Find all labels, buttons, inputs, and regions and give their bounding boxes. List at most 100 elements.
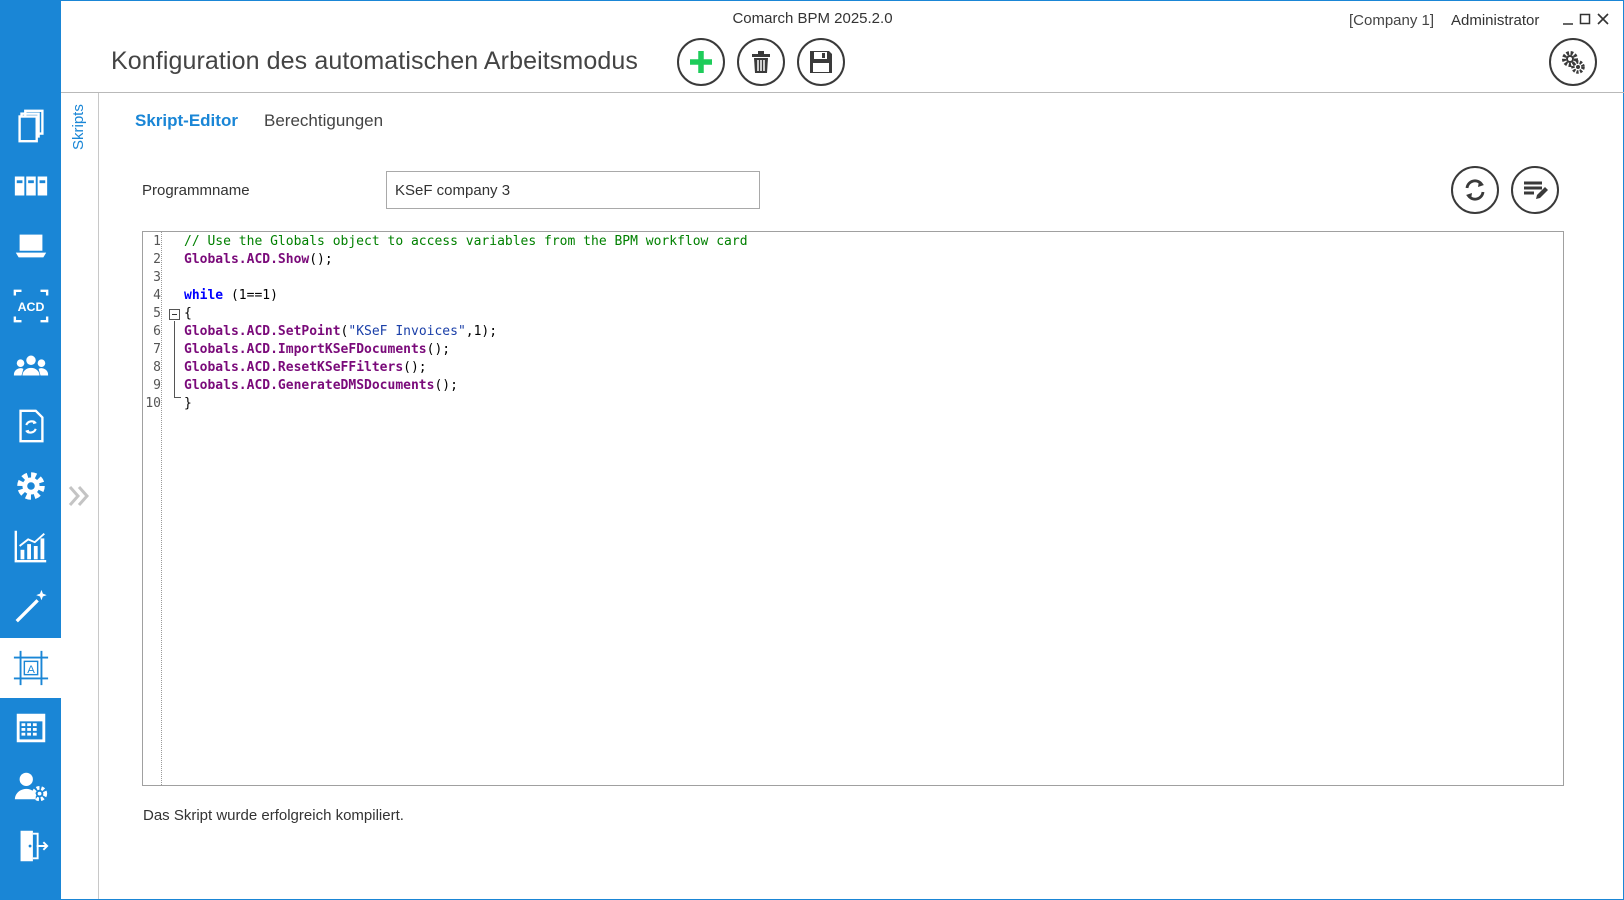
tab-skript-editor[interactable]: Skript-Editor [135, 111, 238, 131]
code-line: while (1==1) [184, 287, 278, 305]
fold-guide-end [174, 397, 181, 398]
sidebar-wizard-button[interactable] [0, 576, 61, 636]
code-line: Globals.ACD.Show(); [184, 251, 333, 269]
sidebar-settings-button[interactable] [0, 456, 61, 516]
line-number: 7 [153, 342, 161, 357]
fold-guide [174, 321, 175, 398]
script-code-editor[interactable]: 1 2 3 4 5 6 7 8 9 10 // Use the Globals … [142, 231, 1564, 786]
close-button[interactable] [1596, 12, 1610, 26]
laptop-icon [15, 234, 46, 258]
line-number: 1 [153, 234, 161, 249]
app-title: Comarch BPM 2025.2.0 [732, 10, 893, 27]
sidebar-laptop-button[interactable] [0, 216, 61, 276]
gear-icon [16, 472, 45, 500]
code-punct: (); [434, 378, 458, 393]
chart-icon [14, 530, 46, 563]
code-object: Globals.ACD. [184, 360, 278, 375]
code-method: SetPoint [277, 324, 341, 339]
line-number: 4 [153, 288, 161, 303]
user-settings-icon [14, 772, 47, 802]
refresh-button[interactable] [1451, 166, 1499, 214]
code-punct: ,1); [465, 324, 498, 339]
line-number: 8 [153, 360, 161, 375]
double-chevron-right-icon[interactable] [66, 482, 94, 510]
acd-icon: ACD [13, 289, 48, 323]
document-sync-icon [18, 409, 44, 443]
code-string: "KSeF Invoices" [348, 324, 466, 339]
compile-status-message: Das Skript wurde erfolgreich kompiliert. [143, 807, 404, 824]
program-name-input[interactable] [386, 171, 760, 209]
code-punct: (); [426, 342, 451, 357]
page-title: Konfiguration des automatischen Arbeitsm… [111, 47, 638, 75]
code-line: } [184, 395, 192, 413]
tab-skripts[interactable]: Skripts [70, 100, 92, 155]
edit-list-icon [1524, 181, 1548, 199]
compile-button[interactable] [1511, 166, 1559, 214]
floppy-disk-icon [810, 51, 832, 73]
maximize-button[interactable] [1578, 12, 1592, 26]
sidebar-users-button[interactable] [0, 336, 61, 396]
code-keyword: while [184, 288, 224, 303]
documents-icon [17, 109, 44, 143]
code-line: Globals.ACD.GenerateDMSDocuments(); [184, 377, 458, 395]
sidebar-exit-button[interactable] [0, 816, 61, 876]
refresh-icon [1465, 179, 1485, 201]
text-frame-icon: A [13, 650, 48, 686]
code-method: GenerateDMSDocuments [277, 378, 435, 393]
tab-berechtigungen[interactable]: Berechtigungen [264, 111, 383, 131]
code-line: Globals.ACD.SetPoint("KSeF Invoices",1); [184, 323, 497, 341]
sidebar-user-settings-button[interactable] [0, 756, 61, 816]
code-line: // Use the Globals object to access vari… [184, 233, 748, 251]
gears-icon [1562, 51, 1585, 74]
code-punct: (); [309, 252, 333, 267]
code-object: Globals.ACD. [184, 378, 278, 393]
minimize-button[interactable] [1561, 12, 1575, 26]
add-button[interactable] [677, 38, 725, 86]
code-brace: } [184, 396, 192, 411]
sidebar-reports-button[interactable] [0, 516, 61, 576]
sidebar-binders-button[interactable] [0, 156, 61, 216]
system-settings-button[interactable] [1549, 38, 1597, 86]
sidebar-acd-button[interactable]: ACD [0, 276, 61, 336]
magic-wand-icon [15, 589, 47, 623]
line-number: 3 [153, 270, 161, 285]
code-comment: // Use the Globals object to access vari… [184, 234, 748, 249]
code-punct: (); [403, 360, 427, 375]
line-number: 9 [153, 378, 161, 393]
code-line: { [184, 305, 192, 323]
sidebar-calendar-button[interactable] [0, 698, 61, 758]
user-label[interactable]: Administrator [1451, 12, 1539, 29]
acd-icon-text: ACD [17, 300, 44, 314]
header-divider [61, 92, 1624, 93]
trash-icon [752, 51, 770, 73]
fold-toggle[interactable] [169, 309, 180, 320]
code-method: Show [277, 252, 310, 267]
line-number: 2 [153, 252, 161, 267]
line-number: 5 [153, 306, 161, 321]
sidebar-document-sync-button[interactable] [0, 396, 61, 456]
code-line: Globals.ACD.ImportKSeFDocuments(); [184, 341, 450, 359]
sidebar-text-frame-button[interactable]: A [0, 638, 61, 698]
binders-icon [14, 176, 47, 196]
program-name-label: Programmname [142, 182, 250, 199]
plus-icon [690, 51, 712, 73]
text-frame-icon-letter: A [27, 664, 35, 676]
exit-door-icon [20, 830, 48, 862]
minimize-icon [1563, 23, 1573, 25]
code-object: Globals.ACD. [184, 252, 278, 267]
code-brace: { [184, 306, 192, 321]
code-line: Globals.ACD.ResetKSeFFilters(); [184, 359, 427, 377]
code-method: ResetKSeFFilters [277, 360, 404, 375]
sidebar-documents-button[interactable] [0, 96, 61, 156]
company-label[interactable]: [Company 1] [1349, 12, 1434, 29]
delete-button[interactable] [737, 38, 785, 86]
users-icon [13, 355, 48, 376]
save-button[interactable] [797, 38, 845, 86]
maximize-icon [1579, 13, 1591, 25]
calendar-icon [16, 713, 45, 743]
main-sidebar: ACD A [0, 0, 61, 900]
line-number: 6 [153, 324, 161, 339]
code-expression: (1==1) [223, 288, 278, 303]
code-object: Globals.ACD. [184, 324, 278, 339]
line-number: 10 [145, 396, 161, 411]
